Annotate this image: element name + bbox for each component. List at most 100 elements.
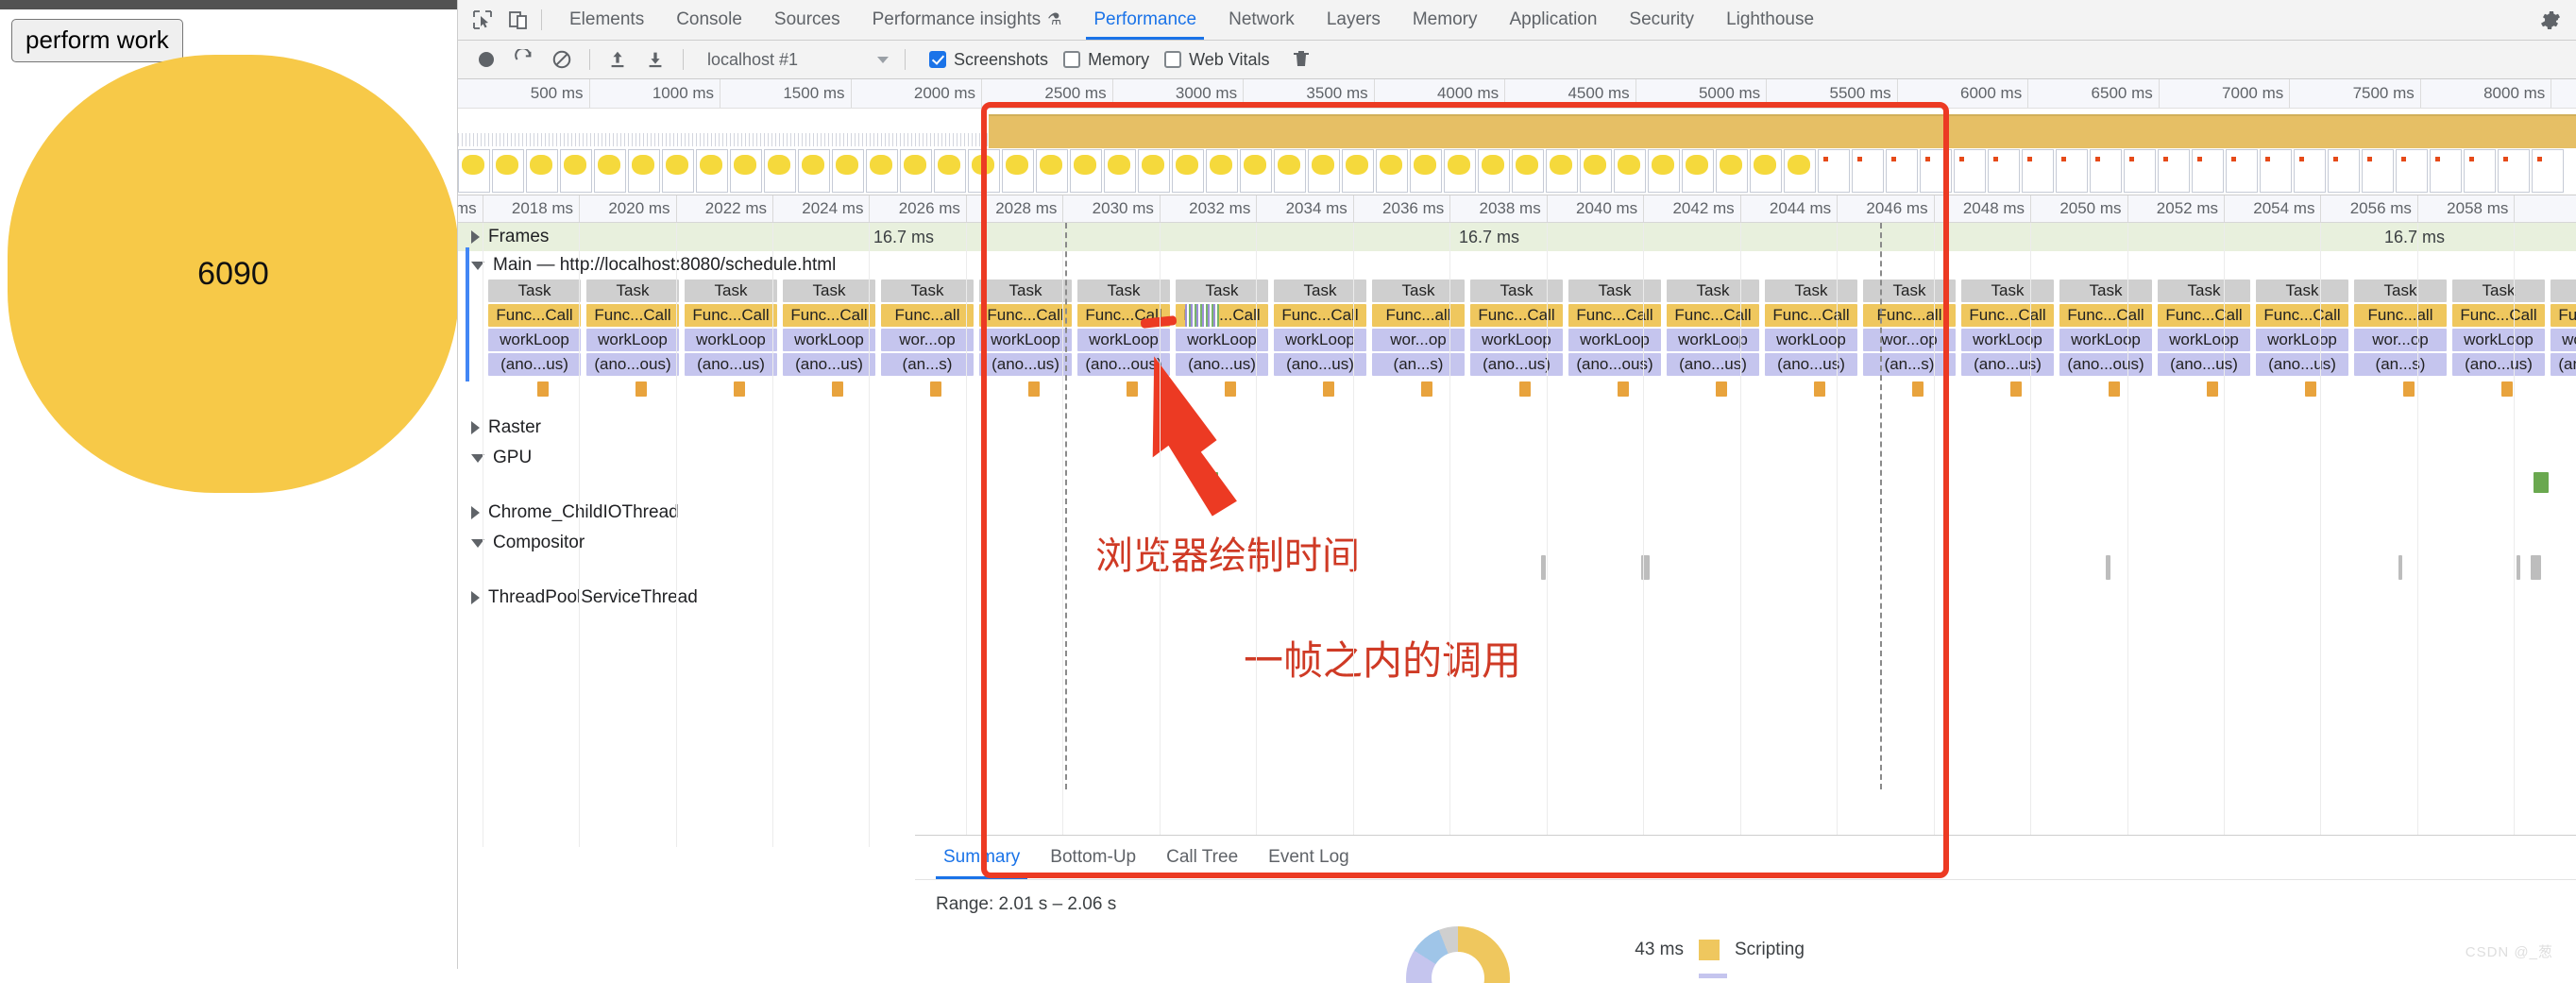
- filmstrip-frame[interactable]: [934, 149, 966, 193]
- flame-event[interactable]: Func...Call: [979, 304, 1072, 327]
- filmstrip-frame[interactable]: [1036, 149, 1068, 193]
- screenshots-checkbox[interactable]: Screenshots: [929, 50, 1048, 70]
- filmstrip-frame[interactable]: [492, 149, 524, 193]
- filmstrip-frame[interactable]: [764, 149, 796, 193]
- flame-event[interactable]: Func...Call: [1667, 304, 1759, 327]
- filmstrip-frame[interactable]: [662, 149, 694, 193]
- tab-bottom-up[interactable]: Bottom-Up: [1035, 836, 1151, 879]
- flame-event[interactable]: workLoop: [2256, 329, 2348, 351]
- track-threadpoolservicethread[interactable]: ThreadPoolServiceThread: [458, 584, 2576, 612]
- filmstrip-frame[interactable]: [832, 149, 864, 193]
- filmstrip-frame[interactable]: [1206, 149, 1238, 193]
- flame-event[interactable]: (ano...us): [2452, 353, 2545, 376]
- filmstrip-frame[interactable]: [1308, 149, 1340, 193]
- flame-event[interactable]: (an...s): [1372, 353, 1465, 376]
- filmstrip-frame[interactable]: [2260, 149, 2292, 193]
- filmstrip-frame[interactable]: [2226, 149, 2258, 193]
- device-toolbar-icon[interactable]: [507, 8, 530, 31]
- flame-event[interactable]: workLoop: [2059, 329, 2152, 351]
- filmstrip-frame[interactable]: [1682, 149, 1714, 193]
- filmstrip-frame[interactable]: [968, 149, 1000, 193]
- timeline-overview[interactable]: 500 ms 1000 ms 1500 ms 2000 ms 2500 ms 3000 m…: [458, 79, 2576, 195]
- flame-event[interactable]: workLoop: [685, 329, 777, 351]
- filmstrip-frame[interactable]: [2192, 149, 2224, 193]
- compositor-event[interactable]: [2517, 555, 2520, 580]
- filmstrip-frame[interactable]: [1410, 149, 1442, 193]
- flame-tick-event[interactable]: [1323, 381, 1334, 397]
- tab-layers[interactable]: Layers: [1311, 0, 1397, 40]
- flame-tick-event[interactable]: [1028, 381, 1040, 397]
- filmstrip-frame[interactable]: [1886, 149, 1918, 193]
- filmstrip-frame[interactable]: [1614, 149, 1646, 193]
- track-frames[interactable]: Frames 16.7 ms 16.7 ms 16.7 ms: [458, 223, 2576, 251]
- flame-event[interactable]: (ano...us): [1667, 353, 1759, 376]
- filmstrip-frame[interactable]: [1954, 149, 1986, 193]
- filmstrip-frame[interactable]: [526, 149, 558, 193]
- tab-performance-insights[interactable]: Performance insights ⚗: [856, 0, 1078, 40]
- flame-event[interactable]: (ano...ous): [586, 353, 679, 376]
- flame-tick-event[interactable]: [2501, 381, 2513, 397]
- flame-event[interactable]: (ano...us): [2256, 353, 2348, 376]
- flame-event[interactable]: (an...s): [2354, 353, 2447, 376]
- flame-event[interactable]: wor...op: [881, 329, 974, 351]
- tab-summary[interactable]: Summary: [928, 836, 1035, 879]
- track-chrome-childiothread[interactable]: Chrome_ChildIOThread: [458, 499, 2576, 527]
- flame-event[interactable]: Task: [1470, 280, 1563, 302]
- flame-event[interactable]: Func...Call: [2059, 304, 2152, 327]
- flame-event[interactable]: Task: [1961, 280, 2054, 302]
- filmstrip-frame[interactable]: [1274, 149, 1306, 193]
- filmstrip-frame[interactable]: [1920, 149, 1952, 193]
- filmstrip-frame[interactable]: [1852, 149, 1884, 193]
- filmstrip-frame[interactable]: [1648, 149, 1680, 193]
- tab-security[interactable]: Security: [1613, 0, 1710, 40]
- flame-event[interactable]: (ano...us): [685, 353, 777, 376]
- flame-event[interactable]: (ano...us): [1470, 353, 1563, 376]
- flame-event[interactable]: Func...Call: [1470, 304, 1563, 327]
- filmstrip-frame[interactable]: [1002, 149, 1034, 193]
- flame-tick-event[interactable]: [1912, 381, 1924, 397]
- flame-event[interactable]: Func...Call: [1961, 304, 2054, 327]
- flame-event[interactable]: Task: [979, 280, 1072, 302]
- tab-console[interactable]: Console: [660, 0, 758, 40]
- flame-event[interactable]: Task: [2452, 280, 2545, 302]
- flame-event[interactable]: Func...Call: [2256, 304, 2348, 327]
- flame-row-ticks[interactable]: [458, 381, 2576, 406]
- flame-event[interactable]: workLoop: [2551, 329, 2576, 351]
- flame-tick-event[interactable]: [734, 381, 745, 397]
- tab-sources[interactable]: Sources: [758, 0, 856, 40]
- flame-event[interactable]: (ano...us): [1765, 353, 1857, 376]
- filmstrip-frame[interactable]: [696, 149, 728, 193]
- tab-elements[interactable]: Elements: [553, 0, 660, 40]
- filmstrip-frame[interactable]: [594, 149, 626, 193]
- tab-event-log[interactable]: Event Log: [1253, 836, 1364, 879]
- flame-tick-event[interactable]: [1618, 381, 1629, 397]
- filmstrip-frame[interactable]: [458, 149, 490, 193]
- flame-event[interactable]: workLoop: [1568, 329, 1661, 351]
- filmstrip-frame[interactable]: [2328, 149, 2360, 193]
- flame-event[interactable]: workLoop: [2452, 329, 2545, 351]
- flame-chart-area[interactable]: 2016 ms 2018 ms 2020 ms 2022 ms 2024 ms 2026 …: [458, 195, 2576, 847]
- flame-tick-event[interactable]: [930, 381, 941, 397]
- flame-event[interactable]: Task: [1667, 280, 1759, 302]
- gear-icon[interactable]: [2538, 8, 2561, 31]
- filmstrip-frame[interactable]: [1172, 149, 1204, 193]
- memory-checkbox[interactable]: Memory: [1063, 50, 1149, 70]
- flame-event[interactable]: Task: [488, 280, 581, 302]
- filmstrip-frame[interactable]: [1240, 149, 1272, 193]
- flame-event[interactable]: Task: [685, 280, 777, 302]
- filmstrip-frame[interactable]: [1580, 149, 1612, 193]
- flame-event[interactable]: Func...all: [1372, 304, 1465, 327]
- filmstrip-frame[interactable]: [1342, 149, 1374, 193]
- tab-lighthouse[interactable]: Lighthouse: [1710, 0, 1830, 40]
- reload-and-record-icon[interactable]: [510, 45, 538, 74]
- flame-event[interactable]: workLoop: [979, 329, 1072, 351]
- flame-event[interactable]: Task: [1568, 280, 1661, 302]
- flame-tick-event[interactable]: [2010, 381, 2022, 397]
- flame-event[interactable]: Func...Call: [2452, 304, 2545, 327]
- filmstrip-frame[interactable]: [1784, 149, 1816, 193]
- filmstrip-frame[interactable]: [798, 149, 830, 193]
- flame-tick-event[interactable]: [2305, 381, 2316, 397]
- flame-event[interactable]: Func...all: [881, 304, 974, 327]
- flame-tick-event[interactable]: [537, 381, 549, 397]
- track-raster[interactable]: Raster: [458, 414, 2576, 442]
